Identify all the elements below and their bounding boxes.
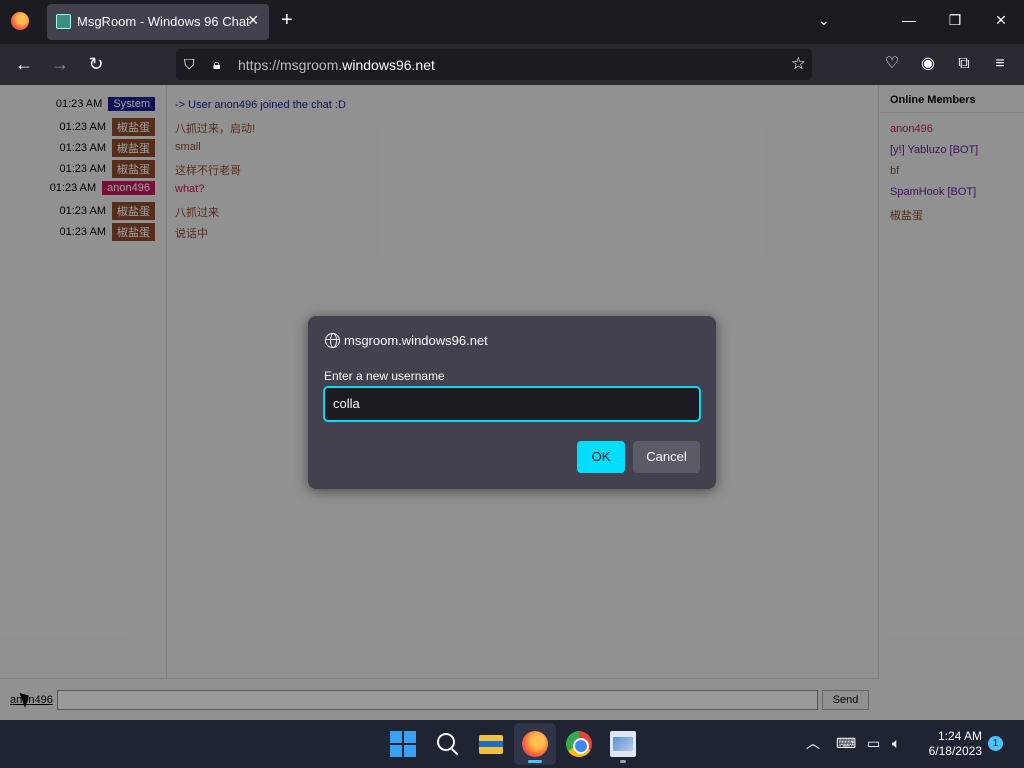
address-bar[interactable]: ⛉ 🔒︎ https://msgroom.windows96.net ☆ <box>176 49 812 80</box>
url-host: windows96.net <box>342 57 435 73</box>
dialog-origin: msgroom.windows96.net <box>344 333 488 348</box>
dialog-label: Enter a new username <box>324 369 445 383</box>
clock-date: 6/18/2023 <box>928 744 982 758</box>
clock-time: 1:24 AM <box>937 729 982 743</box>
windows-taskbar: ︿ ⌨ ▭ 🔈︎ 1:24 AM 6/18/2023 1 <box>0 720 1024 768</box>
bookmark-star-icon[interactable]: ☆ <box>791 54 806 74</box>
file-explorer-icon[interactable] <box>478 731 504 757</box>
list-all-tabs-icon[interactable]: ⌄ <box>818 12 830 29</box>
monitor-app-icon[interactable] <box>610 731 636 757</box>
firefox-menu-icon[interactable] <box>11 12 29 30</box>
search-icon[interactable] <box>434 731 460 757</box>
windows-start-icon[interactable] <box>390 731 416 757</box>
tab-close-icon[interactable]: ✕ <box>247 12 259 29</box>
active-app-indicator <box>528 760 542 763</box>
lock-icon[interactable]: 🔒︎ <box>213 56 220 73</box>
forward-arrow-icon[interactable]: → <box>49 54 71 74</box>
extensions-icon[interactable]: ⧉ <box>954 55 974 73</box>
tab-msgroom[interactable]: MsgRoom - Windows 96 Chat ✕ <box>47 4 269 40</box>
cancel-button[interactable]: Cancel <box>633 441 700 473</box>
minimize-button[interactable]: — <box>900 12 918 28</box>
running-app-indicator <box>620 760 626 763</box>
url-text[interactable]: https://msgroom.windows96.net <box>238 57 435 73</box>
close-window-button[interactable]: ✕ <box>992 12 1010 29</box>
hamburger-menu-icon[interactable]: ≡ <box>990 55 1010 73</box>
tracking-protection-shield-icon[interactable]: ⛉ <box>184 56 195 73</box>
firefox-taskbar-icon[interactable] <box>522 731 548 757</box>
notification-badge[interactable]: 1 <box>988 736 1003 751</box>
browser-tab-bar: MsgRoom - Windows 96 Chat ✕ + ⌄ — ❐ ✕ <box>0 0 1024 44</box>
volume-icon[interactable]: 🔈︎ <box>892 735 900 751</box>
keyboard-icon[interactable]: ⌨ <box>836 735 856 751</box>
network-icon[interactable]: ▭ <box>867 735 880 751</box>
restore-button[interactable]: ❐ <box>946 12 964 29</box>
account-icon[interactable]: ◉ <box>918 55 938 73</box>
globe-icon <box>325 333 340 348</box>
browser-nav-bar: ← → ↻ ⛉ 🔒︎ https://msgroom.windows96.net… <box>0 44 1024 85</box>
show-hidden-icons-chevron-icon[interactable]: ︿ <box>806 735 820 751</box>
msgroom-favicon-icon <box>56 14 71 29</box>
chrome-icon[interactable] <box>566 731 592 757</box>
tab-title: MsgRoom - Windows 96 Chat <box>77 14 250 29</box>
username-input[interactable]: colla <box>323 386 701 422</box>
url-prefix: https://msgroom. <box>238 57 343 73</box>
ok-button[interactable]: OK <box>577 441 625 473</box>
pocket-icon[interactable]: ♡ <box>882 55 902 73</box>
taskbar-clock[interactable]: 1:24 AM 6/18/2023 <box>924 729 982 759</box>
back-arrow-icon[interactable]: ← <box>13 54 35 74</box>
reload-icon[interactable]: ↻ <box>85 54 107 74</box>
new-tab-button[interactable]: + <box>281 10 293 30</box>
username-prompt-dialog: msgroom.windows96.net Enter a new userna… <box>308 316 716 489</box>
